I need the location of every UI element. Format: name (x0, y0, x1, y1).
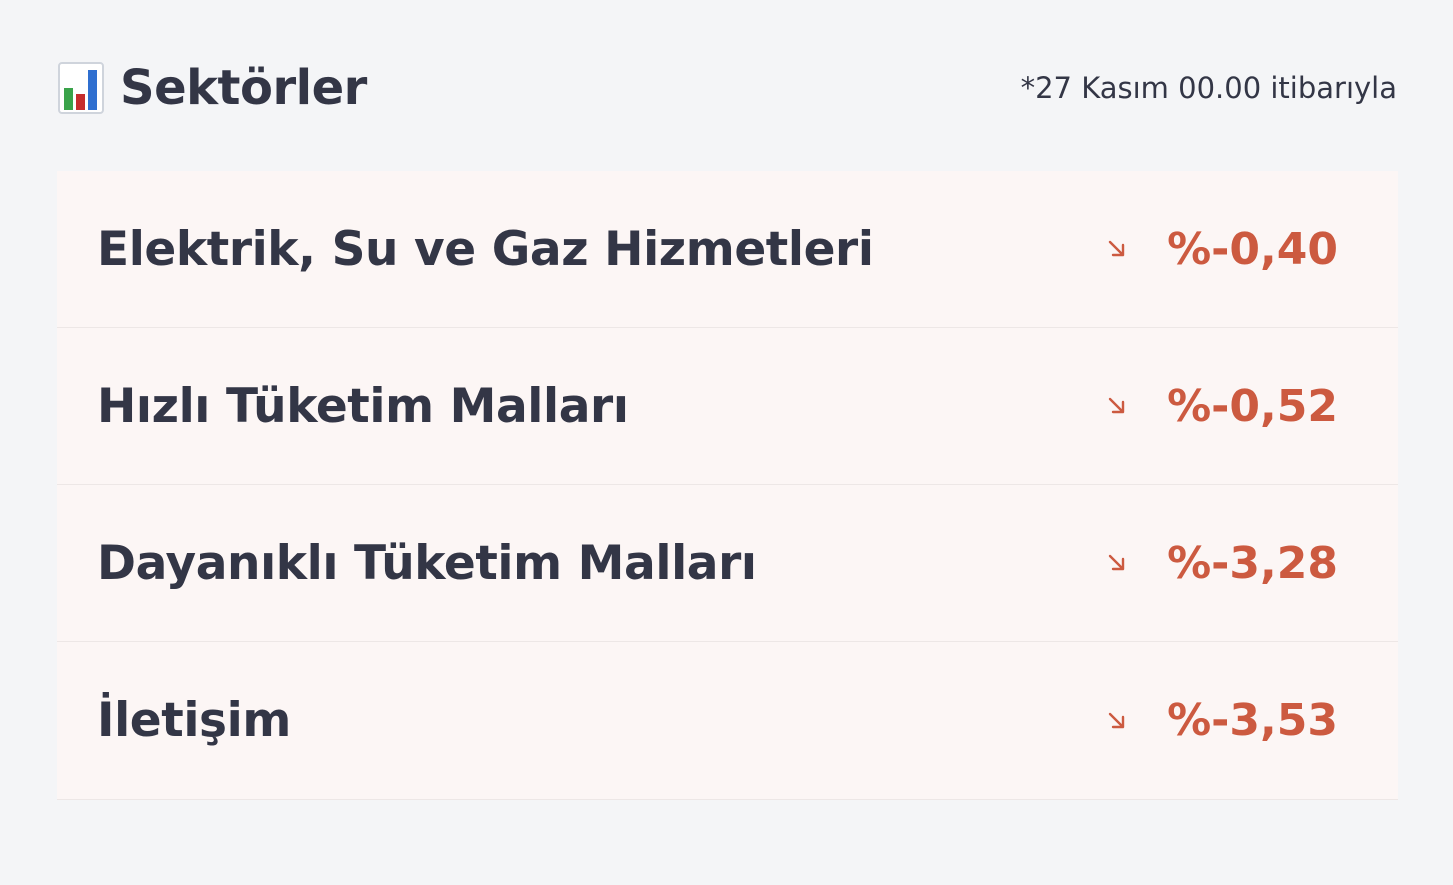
arrow-down-right-icon (1105, 237, 1129, 261)
header: Sektörler *27 Kasım 00.00 itibarıyla (58, 56, 1397, 120)
page-title: Sektörler (120, 60, 367, 116)
as-of-timestamp: *27 Kasım 00.00 itibarıyla (1020, 71, 1397, 105)
sector-row[interactable]: İletişim %-3,53 (57, 642, 1398, 800)
sector-name: İletişim (97, 693, 291, 748)
change-group: %-0,40 (1105, 224, 1338, 275)
change-group: %-3,53 (1105, 695, 1338, 746)
arrow-down-right-icon (1105, 394, 1129, 418)
arrow-down-right-icon (1105, 551, 1129, 575)
title-group: Sektörler (58, 60, 367, 116)
change-group: %-3,28 (1105, 538, 1338, 589)
change-value: %-3,28 (1167, 537, 1338, 589)
sector-row[interactable]: Dayanıklı Tüketim Malları %-3,28 (57, 485, 1398, 642)
bar-chart-icon (58, 62, 104, 114)
sector-row[interactable]: Elektrik, Su ve Gaz Hizmetleri %-0,40 (57, 171, 1398, 328)
change-value: %-0,52 (1167, 380, 1338, 432)
sector-row[interactable]: Hızlı Tüketim Malları %-0,52 (57, 328, 1398, 485)
change-value: %-0,40 (1167, 223, 1338, 275)
sector-name: Elektrik, Su ve Gaz Hizmetleri (97, 221, 874, 277)
change-group: %-0,52 (1105, 381, 1338, 432)
sector-name: Dayanıklı Tüketim Malları (97, 535, 757, 591)
sector-list: Elektrik, Su ve Gaz Hizmetleri %-0,40 Hı… (57, 171, 1398, 800)
arrow-down-right-icon (1105, 709, 1129, 733)
change-value: %-3,53 (1167, 695, 1338, 746)
sector-name: Hızlı Tüketim Malları (97, 378, 629, 434)
